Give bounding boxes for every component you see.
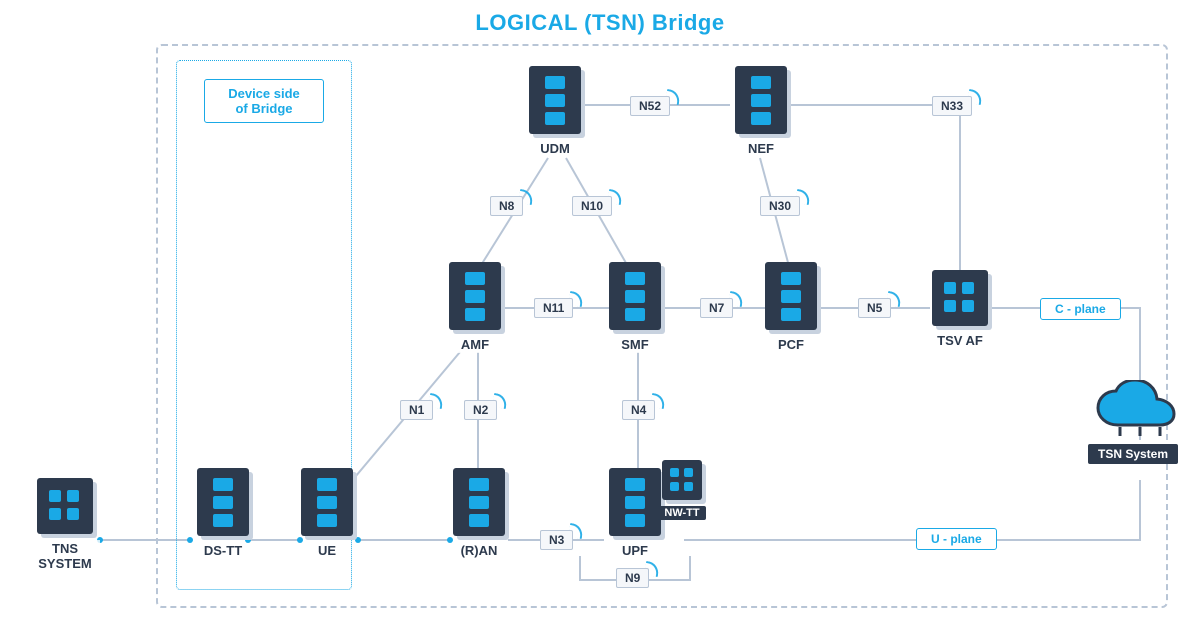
server-icon <box>197 468 249 536</box>
c-plane-label: C - plane <box>1040 298 1121 320</box>
node-label: TNS SYSTEM <box>30 540 100 572</box>
cube-icon <box>932 270 988 326</box>
node-label: DS-TT <box>200 542 246 559</box>
server-icon <box>765 262 817 330</box>
server-icon <box>449 262 501 330</box>
server-icon <box>453 468 505 536</box>
cloud-icon <box>1088 380 1188 440</box>
tsn-system-label: TSN System <box>1088 444 1178 464</box>
node-tns-system: TNS SYSTEM <box>30 478 100 572</box>
node-ue: UE <box>292 468 362 559</box>
if-n33: N33 <box>932 96 972 116</box>
cube-icon <box>662 460 702 500</box>
node-label: UPF <box>618 542 652 559</box>
node-nw-tt: NW-TT <box>652 460 712 520</box>
node-ds-tt: DS-TT <box>188 468 258 559</box>
node-tsv-af: TSV AF <box>920 270 1000 349</box>
node-udm: UDM <box>520 66 590 157</box>
server-icon <box>609 262 661 330</box>
server-icon <box>735 66 787 134</box>
if-n7: N7 <box>700 298 733 318</box>
node-smf: SMF <box>600 262 670 353</box>
server-icon <box>529 66 581 134</box>
if-n8: N8 <box>490 196 523 216</box>
node-amf: AMF <box>440 262 510 353</box>
if-n30: N30 <box>760 196 800 216</box>
node-label: PCF <box>774 336 808 353</box>
node-ran: (R)AN <box>444 468 514 559</box>
device-side-label: Device side of Bridge <box>204 79 324 123</box>
node-pcf: PCF <box>756 262 826 353</box>
if-n5: N5 <box>858 298 891 318</box>
if-n11: N11 <box>534 298 573 318</box>
node-label: NW-TT <box>658 506 705 520</box>
server-icon <box>301 468 353 536</box>
if-n2: N2 <box>464 400 497 420</box>
if-n52: N52 <box>630 96 670 116</box>
if-n3: N3 <box>540 530 573 550</box>
u-plane-label: U - plane <box>916 528 997 550</box>
node-label: UDM <box>536 140 574 157</box>
if-n1: N1 <box>400 400 433 420</box>
node-label: TSV AF <box>933 332 987 349</box>
node-label: UE <box>314 542 340 559</box>
if-n4: N4 <box>622 400 655 420</box>
node-label: (R)AN <box>457 542 502 559</box>
if-n10: N10 <box>572 196 612 216</box>
diagram-title: LOGICAL (TSN) Bridge <box>0 10 1200 36</box>
node-nef: NEF <box>726 66 796 157</box>
node-label: SMF <box>617 336 652 353</box>
if-n9: N9 <box>616 568 649 588</box>
node-label: AMF <box>457 336 493 353</box>
node-label: NEF <box>744 140 778 157</box>
cube-icon <box>37 478 93 534</box>
